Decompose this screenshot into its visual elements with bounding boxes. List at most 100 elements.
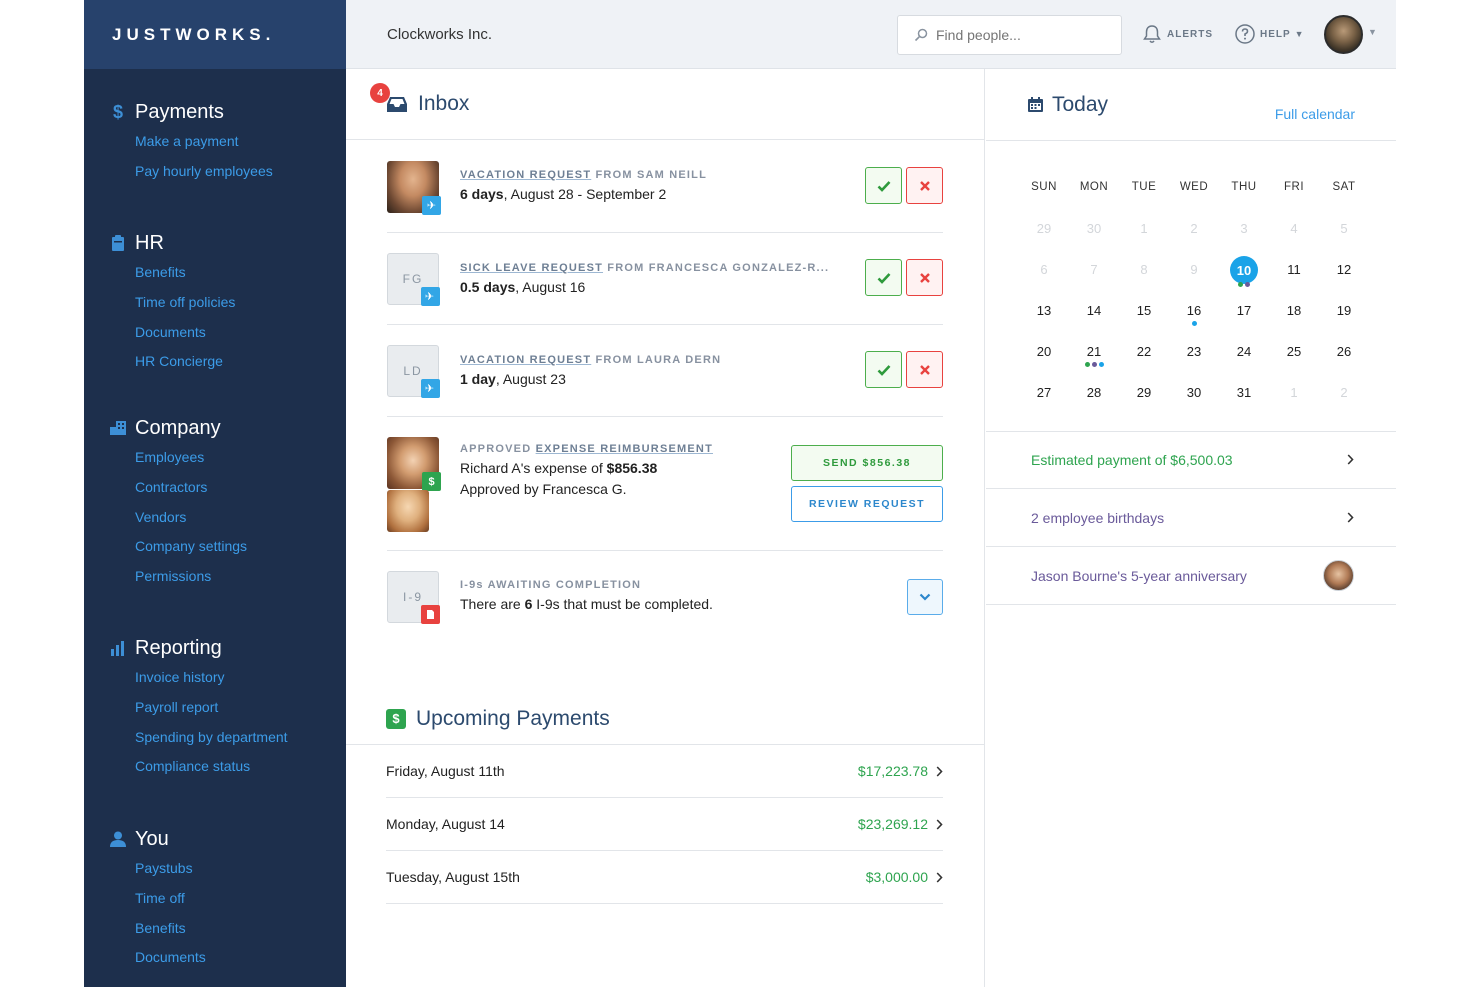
sidebar-item-paystubs[interactable]: Paystubs xyxy=(84,858,346,888)
chevron-down-icon[interactable]: ▼ xyxy=(1368,27,1377,37)
today-event-row[interactable]: Estimated payment of $6,500.03 xyxy=(986,431,1396,489)
calendar-day[interactable]: 29 xyxy=(1119,379,1169,420)
item-type-rest: FROM SAM NEILL xyxy=(591,169,708,181)
calendar-day[interactable]: 19 xyxy=(1319,297,1369,338)
approve-button[interactable] xyxy=(865,351,902,388)
help-button[interactable]: HELP ▼ xyxy=(1234,23,1305,45)
nav-section-header[interactable]: $ Payments xyxy=(84,100,346,124)
calendar-day[interactable]: 26 xyxy=(1319,338,1369,379)
sidebar-item-documents[interactable]: Documents xyxy=(84,322,346,352)
calendar-day[interactable]: 31 xyxy=(1219,379,1269,420)
calendar-day[interactable]: 15 xyxy=(1119,297,1169,338)
today-event-row[interactable]: 2 employee birthdays xyxy=(986,489,1396,547)
day-number: 29 xyxy=(1036,221,1052,236)
search-input[interactable] xyxy=(936,27,1116,43)
calendar-day[interactable]: 12 xyxy=(1319,256,1369,297)
calendar-day[interactable]: 2 xyxy=(1319,379,1369,420)
sidebar-item-hr-concierge[interactable]: HR Concierge xyxy=(84,351,346,381)
day-number: 22 xyxy=(1136,344,1152,359)
sidebar-item-time-off-policies[interactable]: Time off policies xyxy=(84,292,346,322)
sidebar-item-contractors[interactable]: Contractors xyxy=(84,477,346,507)
sidebar-item-employees[interactable]: Employees xyxy=(84,447,346,477)
sidebar-item-compliance-status[interactable]: Compliance status xyxy=(84,756,346,786)
nav-section-header[interactable]: HR xyxy=(84,231,346,255)
calendar-day[interactable]: 20 xyxy=(1019,338,1069,379)
payment-row[interactable]: Friday, August 11th $17,223.78 xyxy=(386,745,943,798)
nav-section-header[interactable]: You xyxy=(84,827,346,851)
request-type-link[interactable]: VACATION REQUEST xyxy=(460,169,591,181)
review-request-button[interactable]: REVIEW REQUEST xyxy=(791,486,943,522)
calendar-icon xyxy=(1028,97,1043,112)
user-avatar[interactable] xyxy=(1324,15,1363,54)
sidebar-item-make-a-payment[interactable]: Make a payment xyxy=(84,131,346,161)
calendar-day[interactable]: 5 xyxy=(1319,215,1369,256)
approve-button[interactable] xyxy=(865,167,902,204)
payment-row[interactable]: Monday, August 14 $23,269.12 xyxy=(386,798,943,851)
calendar-day[interactable]: 24 xyxy=(1219,338,1269,379)
calendar-day-today[interactable]: 10 xyxy=(1219,256,1269,297)
sidebar-item-company-settings[interactable]: Company settings xyxy=(84,536,346,566)
calendar-day[interactable]: 7 xyxy=(1069,256,1119,297)
event-dots xyxy=(1219,282,1269,287)
calendar-day[interactable]: 21 xyxy=(1069,338,1119,379)
sidebar-item-vendors[interactable]: Vendors xyxy=(84,507,346,537)
calendar-day[interactable]: 13 xyxy=(1019,297,1069,338)
calendar-day[interactable]: 30 xyxy=(1169,379,1219,420)
nav-section-header[interactable]: Reporting xyxy=(84,636,346,660)
sidebar-item-permissions[interactable]: Permissions xyxy=(84,566,346,596)
calendar-day[interactable]: 8 xyxy=(1119,256,1169,297)
alerts-button[interactable]: ALERTS xyxy=(1141,23,1213,45)
sidebar-item-documents[interactable]: Documents xyxy=(84,947,346,977)
request-type-link[interactable]: VACATION REQUEST xyxy=(460,354,591,366)
send-payment-button[interactable]: SEND $856.38 xyxy=(791,445,943,481)
search-icon xyxy=(914,28,928,42)
approve-button[interactable] xyxy=(865,259,902,296)
calendar-day[interactable]: 25 xyxy=(1269,338,1319,379)
weekday-label: TUE xyxy=(1131,181,1157,193)
sidebar-item-pay-hourly-employees[interactable]: Pay hourly employees xyxy=(84,161,346,191)
day-number: 21 xyxy=(1086,344,1102,359)
employee-avatar[interactable] xyxy=(1323,560,1354,591)
sidebar-item-benefits[interactable]: Benefits xyxy=(84,262,346,292)
request-type-link[interactable]: SICK LEAVE REQUEST xyxy=(460,262,603,274)
deny-button[interactable] xyxy=(906,351,943,388)
calendar-day[interactable]: 1 xyxy=(1119,215,1169,256)
calendar-day[interactable]: 18 xyxy=(1269,297,1319,338)
calendar-day[interactable]: 1 xyxy=(1269,379,1319,420)
sidebar-item-benefits[interactable]: Benefits xyxy=(84,918,346,948)
today-event-row[interactable]: Jason Bourne's 5-year anniversary xyxy=(986,547,1396,605)
nav-section-header[interactable]: Company xyxy=(84,416,346,440)
expand-button[interactable] xyxy=(907,579,943,615)
calendar-day[interactable]: 22 xyxy=(1119,338,1169,379)
calendar-day[interactable]: 29 xyxy=(1019,215,1069,256)
calendar-day[interactable]: 4 xyxy=(1269,215,1319,256)
payment-date: Tuesday, August 15th xyxy=(386,869,520,885)
plane-icon: ✈ xyxy=(421,379,440,398)
expense-link[interactable]: EXPENSE REIMBURSEMENT xyxy=(536,443,713,455)
payment-row[interactable]: Tuesday, August 15th $3,000.00 xyxy=(386,851,943,904)
calendar-day[interactable]: 28 xyxy=(1069,379,1119,420)
calendar-day[interactable]: 11 xyxy=(1269,256,1319,297)
deny-button[interactable] xyxy=(906,167,943,204)
calendar-day[interactable]: 16 xyxy=(1169,297,1219,338)
calendar-day[interactable]: 30 xyxy=(1069,215,1119,256)
calendar-day[interactable]: 27 xyxy=(1019,379,1069,420)
deny-button[interactable] xyxy=(906,259,943,296)
justworks-logo[interactable]: JUSTWORKS. xyxy=(112,25,275,45)
calendar-day[interactable]: 23 xyxy=(1169,338,1219,379)
item-type-rest: FROM LAURA DERN xyxy=(591,354,722,366)
sidebar-item-time-off[interactable]: Time off xyxy=(84,888,346,918)
people-search[interactable] xyxy=(897,15,1122,55)
calendar-day[interactable]: 17 xyxy=(1219,297,1269,338)
calendar-day[interactable]: 6 xyxy=(1019,256,1069,297)
inbox-item-sick-leave: FG ✈ SICK LEAVE REQUEST FROM FRANCESCA G… xyxy=(387,233,943,325)
calendar-day[interactable]: 14 xyxy=(1069,297,1119,338)
calendar-day[interactable]: 2 xyxy=(1169,215,1219,256)
sidebar-item-invoice-history[interactable]: Invoice history xyxy=(84,667,346,697)
sidebar-item-spending-by-department[interactable]: Spending by department xyxy=(84,727,346,757)
full-calendar-link[interactable]: Full calendar xyxy=(1275,106,1355,122)
calendar-day[interactable]: 9 xyxy=(1169,256,1219,297)
question-icon xyxy=(1235,24,1255,44)
sidebar-item-payroll-report[interactable]: Payroll report xyxy=(84,697,346,727)
calendar-day[interactable]: 3 xyxy=(1219,215,1269,256)
